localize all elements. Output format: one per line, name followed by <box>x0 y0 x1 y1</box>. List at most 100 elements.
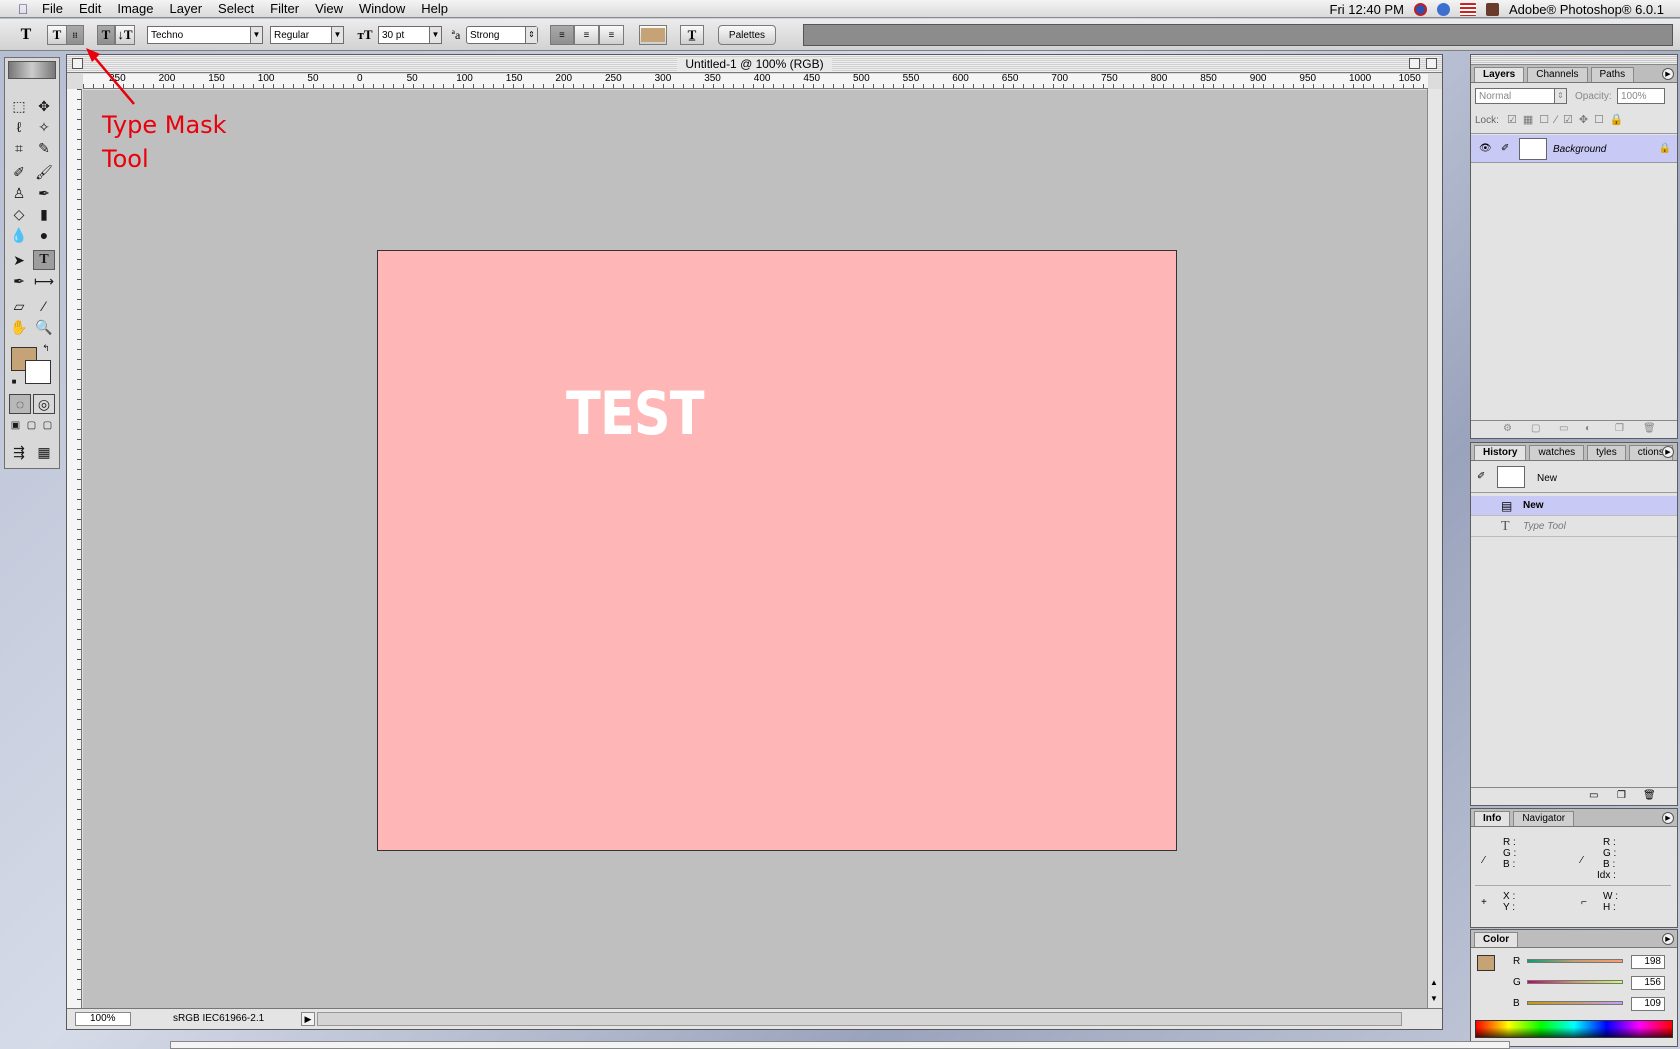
zoom-field[interactable]: 100% <box>75 1012 131 1026</box>
layer-name[interactable]: Background <box>1553 144 1606 155</box>
palette-menu-icon[interactable]: ▶ <box>1662 933 1674 945</box>
align-left-button[interactable]: ≡ <box>550 25 574 45</box>
layer-row-background[interactable]: 👁 ✐ Background 🔒 <box>1471 135 1677 163</box>
align-right-button[interactable]: ≡ <box>599 25 624 45</box>
tab-paths[interactable]: Paths <box>1590 67 1635 82</box>
palette-drag-bar[interactable] <box>1471 55 1677 65</box>
quick-mask-mode-icon[interactable]: ◎ <box>33 394 55 414</box>
text-color-swatch[interactable] <box>639 25 667 45</box>
horizontal-type-button[interactable]: T <box>47 25 67 45</box>
status-menu-icon[interactable]: ▶ <box>301 1012 315 1026</box>
opacity-field[interactable]: 100% <box>1617 88 1665 104</box>
add-mask-icon[interactable]: ▢ <box>1531 423 1540 434</box>
document-title-bar[interactable]: Untitled-1 @ 100% (RGB) <box>67 55 1442 73</box>
trash-icon[interactable]: 🗑 <box>1643 423 1656 434</box>
type-mask-button[interactable]: ⁝⁝ <box>66 25 84 45</box>
layer-thumbnail[interactable] <box>1519 138 1547 160</box>
gradient-tool-icon[interactable]: ▮ <box>33 204 55 224</box>
menu-help[interactable]: Help <box>413 1 456 16</box>
red-slider[interactable] <box>1527 959 1623 963</box>
horizontal-ruler[interactable]: 250 200 150 100 50 0 50 100 150 200 250 300 350 400 45… <box>83 74 1428 89</box>
new-set-icon[interactable]: ▭ <box>1559 423 1568 434</box>
tab-info[interactable]: Info <box>1474 811 1511 826</box>
default-colors-icon[interactable]: ■ <box>8 375 20 387</box>
healing-brush-tool-icon[interactable]: ✐ <box>8 162 30 182</box>
crop-tool-icon[interactable]: ⌗ <box>8 138 30 158</box>
app-name[interactable]: Adobe® Photoshop® 6.0.1 <box>1509 2 1664 17</box>
adjustment-layer-icon[interactable]: ◐ <box>1585 423 1591 434</box>
palette-well[interactable] <box>803 24 1673 46</box>
palette-menu-icon[interactable]: ▶ <box>1662 68 1674 80</box>
menu-image[interactable]: Image <box>109 1 161 16</box>
eye-logo-icon[interactable] <box>8 61 56 79</box>
move-tool-icon[interactable]: ✥ <box>33 96 55 116</box>
collapse-box-icon[interactable] <box>1426 58 1437 69</box>
canvas-text-layer[interactable]: TEST <box>566 379 705 449</box>
scroll-up-icon[interactable]: ▲ <box>1430 978 1438 987</box>
magic-wand-tool-icon[interactable]: ✧ <box>33 117 55 137</box>
menu-file[interactable]: File <box>34 1 71 16</box>
dodge-tool-icon[interactable]: ● <box>33 225 55 245</box>
vertical-ruler[interactable] <box>67 89 82 1009</box>
blue-slider[interactable] <box>1527 1001 1623 1005</box>
imageready-icon[interactable]: ▦ <box>33 442 55 462</box>
font-style-select[interactable]: Regular ▼ <box>270 26 344 44</box>
lasso-tool-icon[interactable]: ℓ <box>8 117 30 137</box>
vertical-scrollbar[interactable]: ▲ ▼ <box>1427 89 1442 1009</box>
trash-icon[interactable]: 🗑 <box>1643 790 1656 801</box>
line-tool-icon[interactable]: ⟼ <box>33 271 55 291</box>
font-family-select[interactable]: Techno ▼ <box>147 26 263 44</box>
blur-tool-icon[interactable]: 💧 <box>8 225 30 245</box>
notes-tool-icon[interactable]: ▱ <box>8 296 30 316</box>
warp-text-button[interactable]: T̲ <box>680 25 704 45</box>
menu-view[interactable]: View <box>307 1 351 16</box>
align-center-button[interactable]: ≡ <box>574 25 599 45</box>
type-tool-icon[interactable]: T <box>33 250 55 270</box>
screen-mode-full-icon[interactable]: ▢ <box>40 415 55 435</box>
menu-layer[interactable]: Layer <box>162 1 211 16</box>
history-snapshot[interactable]: ✐ New <box>1471 463 1677 493</box>
lock-options-icon[interactable]: ☑▦☐⁄☑✥☐🔒 <box>1507 113 1630 126</box>
history-step-type-tool[interactable]: T Type Tool <box>1471 517 1677 537</box>
blend-mode-select[interactable]: Normal ⇕ <box>1475 88 1567 104</box>
standard-mode-icon[interactable]: ◌ <box>9 394 31 414</box>
tab-swatches[interactable]: watches <box>1529 445 1585 460</box>
tab-color[interactable]: Color <box>1474 932 1519 947</box>
brush-link-icon[interactable]: ✐ <box>1501 143 1509 154</box>
menu-select[interactable]: Select <box>210 1 262 16</box>
us-flag-icon[interactable] <box>1459 2 1476 16</box>
jump-to-imageready-icon[interactable]: ⇶ <box>8 442 30 462</box>
new-document-from-state-icon[interactable]: ▭ <box>1589 790 1598 801</box>
hand-tool-icon[interactable]: ✋ <box>8 317 30 337</box>
background-color-swatch[interactable] <box>25 360 51 384</box>
font-size-select[interactable]: 30 pt ▼ <box>378 26 442 44</box>
swap-colors-icon[interactable]: ↰ <box>39 342 53 354</box>
tab-layers[interactable]: Layers <box>1474 67 1525 82</box>
color-ramp[interactable] <box>1475 1020 1673 1038</box>
eraser-tool-icon[interactable]: ◇ <box>8 204 30 224</box>
tab-history[interactable]: History <box>1474 445 1527 460</box>
new-snapshot-icon[interactable]: ❐ <box>1617 790 1626 801</box>
menu-window[interactable]: Window <box>351 1 413 16</box>
slice-tool-icon[interactable]: ✎ <box>33 138 55 158</box>
eyedropper-tool-icon[interactable]: ⁄ <box>33 296 55 316</box>
apple-menu-icon[interactable]:  <box>12 1 34 17</box>
screen-mode-standard-icon[interactable]: ▣ <box>8 415 23 435</box>
zoom-box-icon[interactable] <box>1409 58 1420 69</box>
brush-tool-icon[interactable]: 🖌 <box>33 162 55 182</box>
zoom-tool-icon[interactable]: 🔍 <box>33 317 55 337</box>
menu-edit[interactable]: Edit <box>71 1 109 16</box>
blue-value-field[interactable]: 109 <box>1631 997 1665 1011</box>
palettes-button[interactable]: Palettes <box>718 25 776 45</box>
history-brush-tool-icon[interactable]: ✒ <box>33 183 55 203</box>
tab-navigator[interactable]: Navigator <box>1513 811 1575 826</box>
tab-styles[interactable]: tyles <box>1587 445 1626 460</box>
path-selection-tool-icon[interactable]: ➤ <box>8 250 30 270</box>
app-switch-icon[interactable] <box>1413 2 1427 16</box>
canvas-pasteboard[interactable]: TEST <box>83 90 1428 1009</box>
history-brush-icon[interactable]: ✐ <box>1477 471 1485 482</box>
text-orientation-v-button[interactable]: ↓T <box>115 25 135 45</box>
foreground-color-swatch[interactable] <box>1477 955 1495 971</box>
pen-tool-icon[interactable]: ✒ <box>8 271 30 291</box>
menu-filter[interactable]: Filter <box>262 1 307 16</box>
